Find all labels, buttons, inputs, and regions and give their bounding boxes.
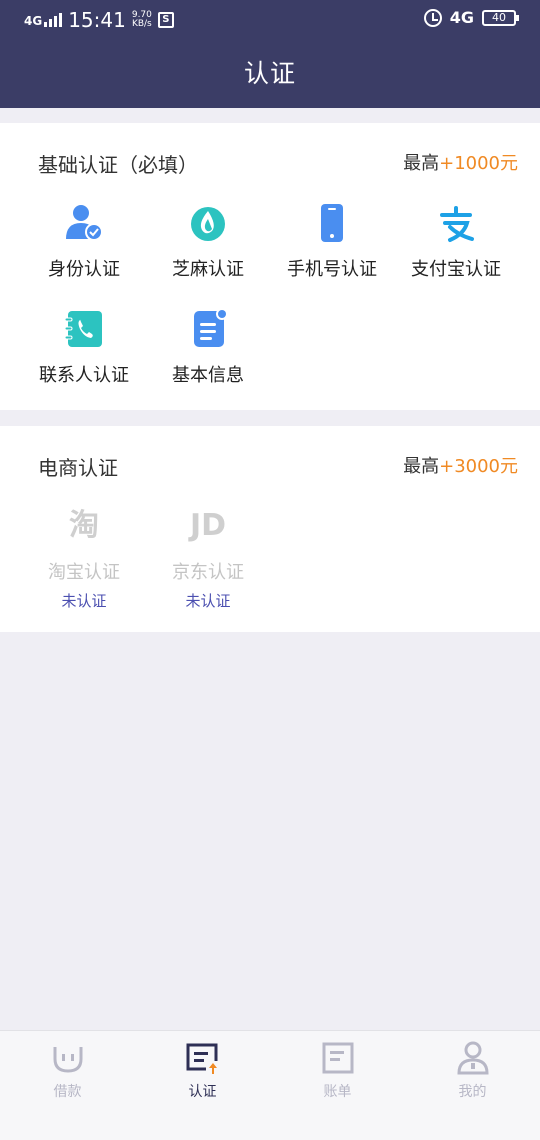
identity-icon xyxy=(64,203,104,243)
alipay-certification-item[interactable]: 支付宝认证 xyxy=(394,203,518,281)
phone-icon xyxy=(312,203,352,243)
taobao-icon: 淘 xyxy=(69,508,99,543)
basic-certification-section: 基础认证（必填） 最高+1000元 身份认证 芝麻认证 手机号认证 支付宝认证 … xyxy=(0,123,540,410)
certification-status: 未认证 xyxy=(61,592,107,610)
jd-icon: JD xyxy=(189,508,227,543)
notification-s-icon: S xyxy=(157,12,174,28)
status-time: 15:41 xyxy=(68,8,126,32)
tab-label: 认证 xyxy=(188,1084,217,1100)
item-label: 芝麻认证 xyxy=(172,259,244,280)
tab-profile[interactable]: 我的 xyxy=(405,1041,540,1101)
contacts-icon xyxy=(64,309,104,349)
tab-certify[interactable]: 认证 xyxy=(135,1041,270,1101)
tab-bill[interactable]: 账单 xyxy=(270,1041,405,1101)
jd-certification-item[interactable]: JD 京东认证 未认证 xyxy=(146,506,270,611)
contacts-certification-item[interactable]: 联系人认证 xyxy=(22,309,146,387)
max-amount: 最高+1000元 xyxy=(403,153,518,174)
profile-icon xyxy=(456,1041,490,1075)
alipay-icon xyxy=(436,203,476,243)
network-speed: 9.70 KB/s xyxy=(131,10,152,29)
status-bar: 4G 15:41 9.70 KB/s S 4G 40 xyxy=(0,0,540,42)
max-amount: 最高+3000元 xyxy=(403,456,518,477)
sesame-icon xyxy=(188,203,228,243)
network-type: 4G xyxy=(449,8,474,27)
phone-certification-item[interactable]: 手机号认证 xyxy=(270,203,394,281)
item-label: 京东认证 xyxy=(172,562,244,583)
item-label: 支付宝认证 xyxy=(411,259,501,280)
tab-label: 我的 xyxy=(458,1084,487,1100)
certify-icon xyxy=(186,1041,220,1075)
document-icon xyxy=(188,308,228,349)
battery-icon: 40 xyxy=(482,9,519,26)
item-label: 基本信息 xyxy=(172,365,244,386)
bill-icon xyxy=(321,1041,355,1075)
section-title: 电商认证 xyxy=(38,456,118,480)
basic-info-item[interactable]: 基本信息 xyxy=(146,308,270,387)
app-header: 4G 15:41 9.70 KB/s S 4G 40 认证 xyxy=(0,0,540,108)
tab-label: 账单 xyxy=(323,1084,352,1100)
bottom-tab-bar: 借款 认证 账单 我的 xyxy=(0,1030,540,1140)
section-title: 基础认证（必填） xyxy=(38,153,198,177)
signal-icon: 4G xyxy=(24,13,63,27)
sesame-certification-item[interactable]: 芝麻认证 xyxy=(146,203,270,281)
identity-certification-item[interactable]: 身份认证 xyxy=(22,203,146,281)
tab-loan[interactable]: 借款 xyxy=(0,1041,135,1101)
page-title: 认证 xyxy=(243,59,296,88)
item-label: 身份认证 xyxy=(48,259,120,280)
item-label: 手机号认证 xyxy=(287,259,377,280)
ecommerce-certification-section: 电商认证 最高+3000元 淘 淘宝认证 未认证 JD 京东认证 未认证 xyxy=(0,426,540,632)
taobao-certification-item[interactable]: 淘 淘宝认证 未认证 xyxy=(22,506,146,611)
tab-label: 借款 xyxy=(53,1084,82,1100)
item-label: 联系人认证 xyxy=(39,365,129,386)
certification-status: 未认证 xyxy=(185,592,231,610)
loan-icon xyxy=(51,1041,85,1075)
alarm-icon xyxy=(423,8,442,27)
item-label: 淘宝认证 xyxy=(48,562,120,583)
